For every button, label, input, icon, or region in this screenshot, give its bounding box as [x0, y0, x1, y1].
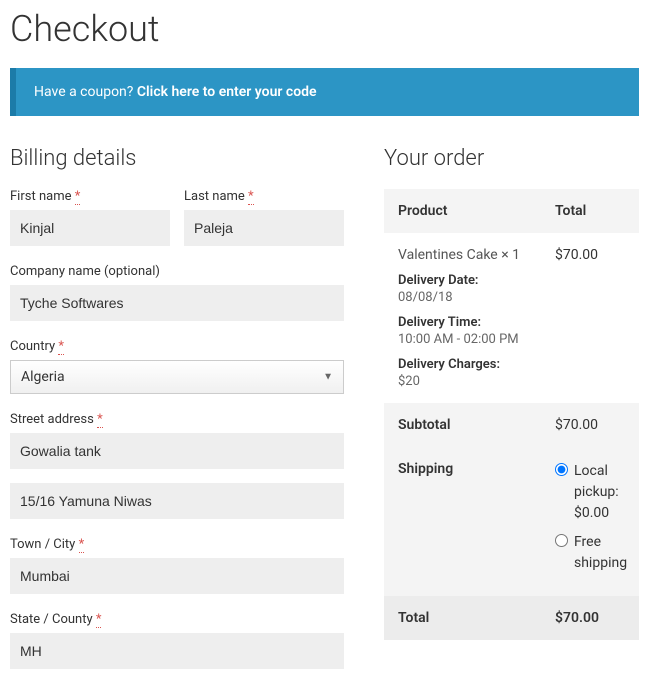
state-input[interactable] — [10, 633, 344, 669]
coupon-notice: Have a coupon? Click here to enter your … — [10, 68, 639, 116]
first-name-input[interactable] — [10, 210, 170, 246]
delivery-charges-label: Delivery Charges: — [398, 357, 625, 372]
city-input[interactable] — [10, 558, 344, 594]
coupon-prompt: Have a coupon? — [34, 84, 133, 100]
coupon-link[interactable]: Click here to enter your code — [137, 84, 317, 100]
country-label: Country * — [10, 339, 344, 354]
shipping-label: Shipping — [398, 461, 555, 477]
subtotal-label: Subtotal — [398, 417, 555, 433]
order-heading: Your order — [384, 146, 639, 171]
city-label: Town / City * — [10, 537, 344, 552]
shipping-option-free: Free shipping — [574, 532, 627, 574]
shipping-option-local: Local pickup: $0.00 — [574, 461, 625, 524]
delivery-date-value: 08/08/18 — [398, 290, 625, 305]
subtotal-value: $70.00 — [555, 417, 625, 433]
shipping-radio-local[interactable] — [555, 463, 568, 476]
country-value: Algeria — [21, 369, 65, 385]
order-table: Product Total Valentines Cake × 1 $70.00… — [384, 189, 639, 640]
total-label: Total — [398, 610, 555, 626]
country-select[interactable]: Algeria ▼ — [10, 360, 344, 394]
first-name-label: First name * — [10, 189, 170, 204]
product-col-header: Product — [398, 203, 555, 219]
last-name-label: Last name * — [184, 189, 344, 204]
company-input[interactable] — [10, 285, 344, 321]
page-title: Checkout — [10, 8, 639, 50]
street2-input[interactable] — [10, 483, 344, 519]
order-item-total: $70.00 — [555, 247, 625, 263]
delivery-time-value: 10:00 AM - 02:00 PM — [398, 332, 625, 347]
delivery-time-label: Delivery Time: — [398, 315, 625, 330]
total-value: $70.00 — [555, 610, 625, 626]
street1-input[interactable] — [10, 433, 344, 469]
chevron-down-icon: ▼ — [323, 372, 333, 383]
company-label: Company name (optional) — [10, 264, 344, 279]
billing-heading: Billing details — [10, 146, 344, 171]
order-item-name: Valentines Cake × 1 — [398, 247, 555, 263]
last-name-input[interactable] — [184, 210, 344, 246]
shipping-radio-free[interactable] — [555, 534, 568, 547]
total-col-header: Total — [555, 203, 625, 219]
delivery-charges-value: $20 — [398, 374, 625, 389]
state-label: State / County * — [10, 612, 344, 627]
delivery-date-label: Delivery Date: — [398, 273, 625, 288]
street-label: Street address * — [10, 412, 344, 427]
